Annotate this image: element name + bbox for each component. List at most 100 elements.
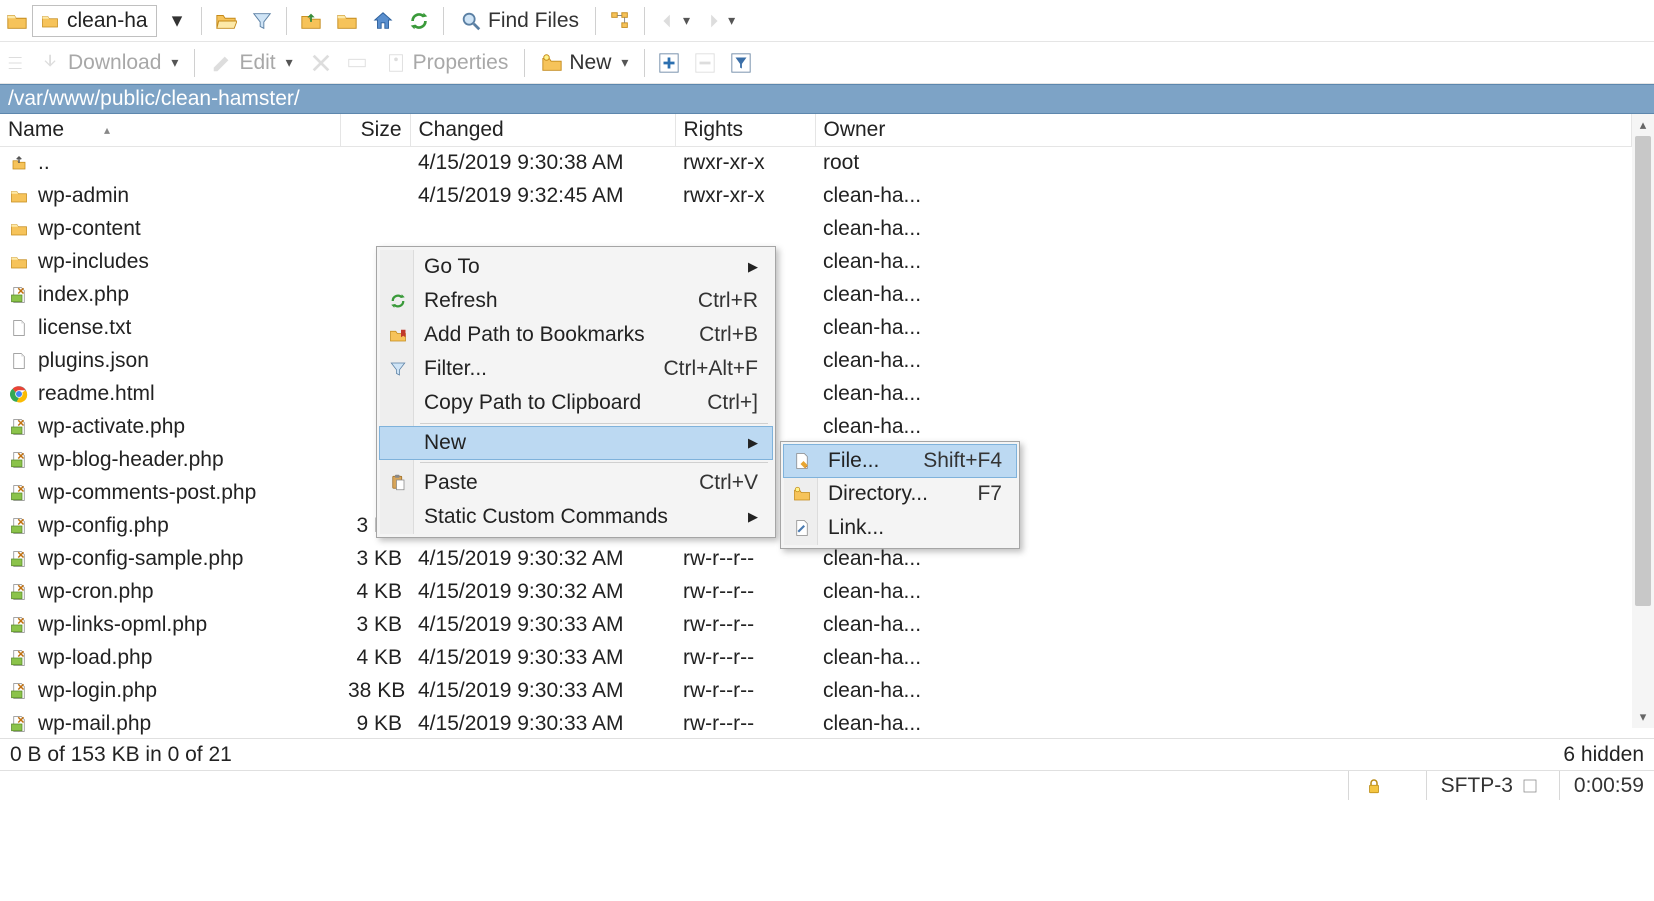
file-name: wp-activate.php <box>38 415 185 439</box>
download-button[interactable]: Download ▾ <box>32 47 186 79</box>
file-rights: rw-r--r-- <box>675 708 815 741</box>
php-icon <box>8 713 30 735</box>
scroll-up-arrow[interactable]: ▴ <box>1632 114 1654 136</box>
home-button[interactable] <box>367 5 399 37</box>
table-row[interactable]: wp-includesclean-ha... <box>0 246 1632 279</box>
table-row[interactable]: wp-login.php38 KB4/15/2019 9:30:33 AMrw-… <box>0 675 1632 708</box>
open-folder-button[interactable] <box>210 5 242 37</box>
file-owner: root <box>815 147 1632 180</box>
table-row[interactable]: license.txt20clean-ha... <box>0 312 1632 345</box>
toolbar-row-1: clean-ha ▾ Find Files ▾ ▾ <box>0 0 1654 42</box>
file-size: 38 KB <box>340 675 410 708</box>
parent-folder-button[interactable] <box>295 5 327 37</box>
menu-item-paste[interactable]: PasteCtrl+V <box>380 466 772 500</box>
find-files-button[interactable]: Find Files <box>452 5 587 37</box>
file-owner: clean-ha... <box>815 708 1632 741</box>
filter-toggle-button[interactable] <box>725 47 757 79</box>
scroll-thumb[interactable] <box>1635 136 1651 606</box>
column-header-owner[interactable]: Owner <box>815 114 1632 147</box>
file-changed: 4/15/2019 9:30:33 AM <box>410 675 675 708</box>
selection-summary: 0 B of 153 KB in 0 of 21 <box>10 743 232 767</box>
scroll-track[interactable] <box>1632 136 1654 706</box>
php-icon <box>8 416 30 438</box>
find-files-label: Find Files <box>488 9 579 33</box>
column-header-name[interactable]: Name▴ <box>0 114 340 147</box>
folder-button-2[interactable] <box>331 5 363 37</box>
file-owner: clean-ha... <box>815 246 1632 279</box>
remote-folder-dropdown[interactable]: clean-ha <box>32 5 157 37</box>
table-row[interactable]: wp-admin4/15/2019 9:32:45 AMrwxr-xr-xcle… <box>0 180 1632 213</box>
table-row[interactable]: wp-links-opml.php3 KB4/15/2019 9:30:33 A… <box>0 609 1632 642</box>
protocol-indicator-icon <box>1519 775 1541 797</box>
remote-folder-name: clean-ha <box>67 9 148 33</box>
column-header-changed[interactable]: Changed <box>410 114 675 147</box>
column-header-rights[interactable]: Rights <box>675 114 815 147</box>
table-row[interactable]: ..4/15/2019 9:30:38 AMrwxr-xr-xroot <box>0 147 1632 180</box>
menu-item-goto[interactable]: Go To▶ <box>380 250 772 284</box>
bookmark-icon <box>387 324 409 346</box>
php-icon <box>8 449 30 471</box>
toolbar-row-2: Download ▾ Edit ▾ Properties New▾ <box>0 42 1654 84</box>
php-icon <box>8 647 30 669</box>
menu-item-filter[interactable]: Filter...Ctrl+Alt+F <box>380 352 772 386</box>
menu-item-copy-path[interactable]: Copy Path to ClipboardCtrl+] <box>380 386 772 420</box>
menu-item-refresh[interactable]: RefreshCtrl+R <box>380 284 772 318</box>
context-menu: Go To▶ RefreshCtrl+R Add Path to Bookmar… <box>376 246 776 538</box>
rename-button[interactable] <box>341 47 373 79</box>
filter-button[interactable] <box>246 5 278 37</box>
menu-item-bookmark[interactable]: Add Path to BookmarksCtrl+B <box>380 318 772 352</box>
table-row[interactable]: wp-cron.php4 KB4/15/2019 9:30:32 AMrw-r-… <box>0 576 1632 609</box>
local-drive-icon[interactable] <box>6 10 28 32</box>
file-name: wp-cron.php <box>38 580 154 604</box>
table-row[interactable]: wp-contentclean-ha... <box>0 213 1632 246</box>
tree-button[interactable] <box>604 5 636 37</box>
new-submenu: File...Shift+F4 Directory...F7 Link... <box>780 441 1020 549</box>
php-icon <box>8 482 30 504</box>
folder-dropdown-caret[interactable]: ▾ <box>161 5 193 37</box>
edit-button[interactable]: Edit ▾ <box>203 47 300 79</box>
table-row[interactable]: readme.html8clean-ha... <box>0 378 1632 411</box>
table-row[interactable]: wp-activate.php7clean-ha... <box>0 411 1632 444</box>
refresh-button[interactable] <box>403 5 435 37</box>
file-changed: 4/15/2019 9:30:32 AM <box>410 576 675 609</box>
file-owner: clean-ha... <box>815 675 1632 708</box>
file-name: license.txt <box>38 316 131 340</box>
submenu-item-file[interactable]: File...Shift+F4 <box>783 444 1017 478</box>
deselect-all-button[interactable] <box>689 47 721 79</box>
menu-separator <box>420 462 768 463</box>
php-icon <box>8 680 30 702</box>
table-header-row: Name▴ Size Changed Rights Owner <box>0 114 1632 147</box>
scroll-down-arrow[interactable]: ▾ <box>1632 706 1654 728</box>
submenu-item-directory[interactable]: Directory...F7 <box>784 477 1016 511</box>
menu-item-custom-commands[interactable]: Static Custom Commands▶ <box>380 500 772 534</box>
select-all-button[interactable] <box>653 47 685 79</box>
file-rights: rwxr-xr-x <box>675 180 815 213</box>
file-name: wp-comments-post.php <box>38 481 256 505</box>
file-table: Name▴ Size Changed Rights Owner ..4/15/2… <box>0 114 1632 741</box>
table-row[interactable]: wp-mail.php9 KB4/15/2019 9:30:33 AMrw-r-… <box>0 708 1632 741</box>
php-icon <box>8 548 30 570</box>
html-icon <box>8 383 30 405</box>
file-name: wp-load.php <box>38 646 152 670</box>
search-icon <box>460 10 482 32</box>
file-rights: rw-r--r-- <box>675 675 815 708</box>
file-size <box>340 213 410 246</box>
table-row[interactable]: wp-load.php4 KB4/15/2019 9:30:33 AMrw-r-… <box>0 642 1632 675</box>
file-name: wp-admin <box>38 184 129 208</box>
table-row[interactable]: index.phpclean-ha... <box>0 279 1632 312</box>
properties-icon <box>385 52 407 74</box>
delete-button[interactable] <box>305 47 337 79</box>
new-dropdown-button[interactable]: New▾ <box>533 47 636 79</box>
properties-button[interactable]: Properties <box>377 47 517 79</box>
table-row[interactable]: plugins.jsonclean-ha... <box>0 345 1632 378</box>
menu-item-new[interactable]: New▶ <box>379 426 773 460</box>
column-header-size[interactable]: Size <box>340 114 410 147</box>
nav-forward-button[interactable]: ▾ <box>698 5 739 37</box>
path-bar[interactable]: /var/www/public/clean-hamster/ <box>0 84 1654 114</box>
file-rights: rw-r--r-- <box>675 576 815 609</box>
vertical-scrollbar[interactable]: ▴ ▾ <box>1632 114 1654 738</box>
nav-back-button[interactable]: ▾ <box>653 5 694 37</box>
file-name: .. <box>38 151 50 175</box>
edit-icon <box>211 52 233 74</box>
submenu-item-link[interactable]: Link... <box>784 511 1016 545</box>
